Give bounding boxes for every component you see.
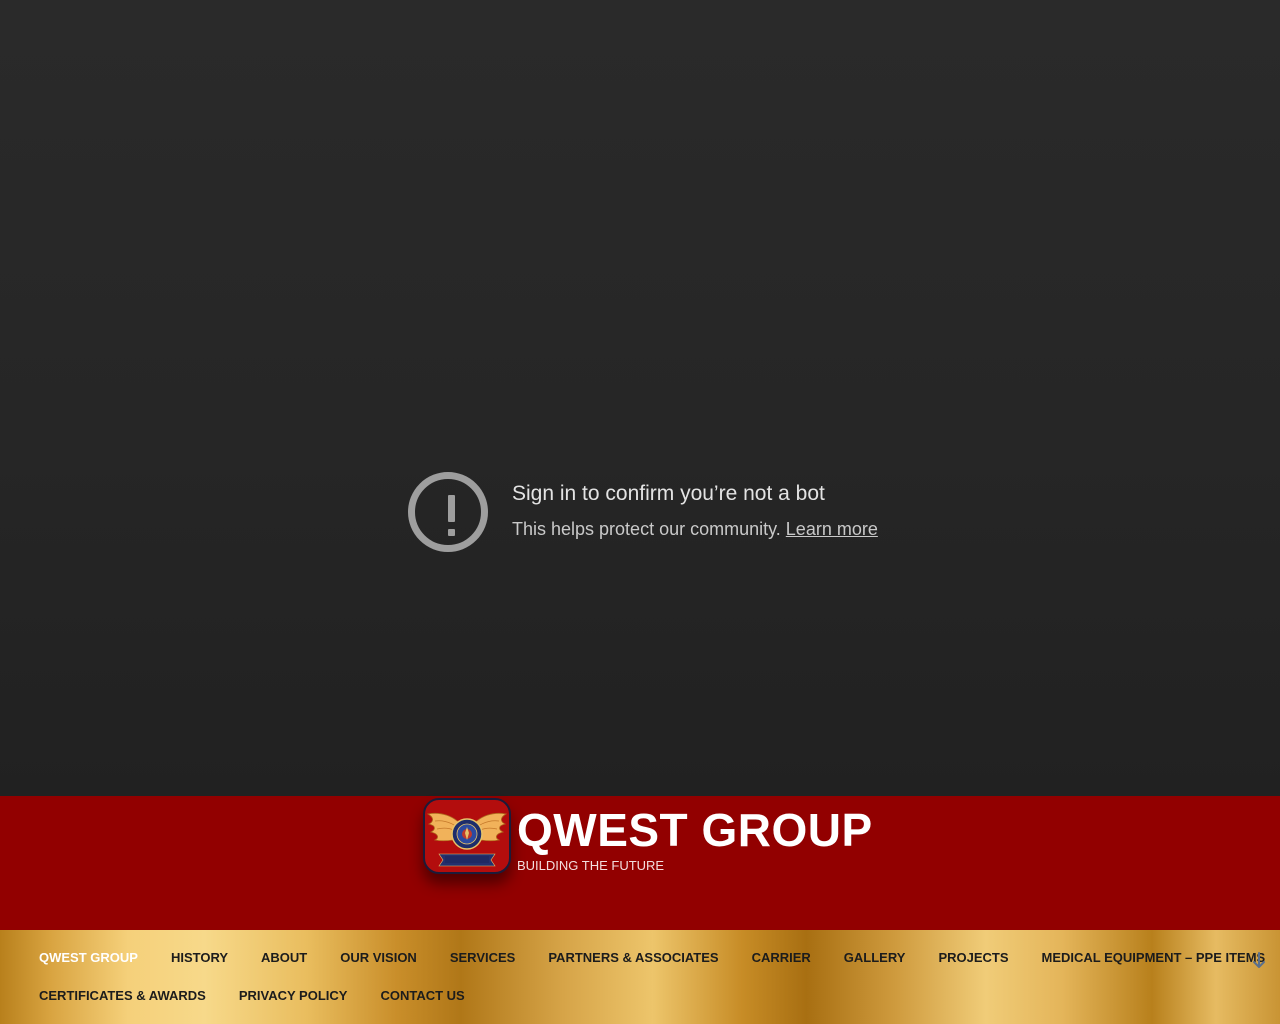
nav-item-gallery[interactable]: GALLERY bbox=[844, 950, 906, 966]
bot-check-message: Sign in to confirm you’re not a bot This… bbox=[408, 472, 878, 552]
alert-icon bbox=[408, 472, 488, 552]
nav-row-2: CERTIFICATES & AWARDS PRIVACY POLICY CON… bbox=[39, 988, 498, 1004]
nav-item-history[interactable]: HISTORY bbox=[171, 950, 228, 966]
site-title[interactable]: QWEST GROUP bbox=[517, 804, 873, 856]
nav-item-medical-equipment[interactable]: MEDICAL EQUIPMENT – PPE ITEMS bbox=[1042, 950, 1266, 966]
bot-check-subtitle-text: This helps protect our community. bbox=[512, 519, 781, 539]
nav-item-our-vision[interactable]: OUR VISION bbox=[340, 950, 417, 966]
nav-item-qwest-group[interactable]: QWEST GROUP bbox=[39, 950, 138, 966]
nav-row-1: QWEST GROUP HISTORY ABOUT OUR VISION SER… bbox=[39, 950, 1280, 966]
video-player[interactable]: Sign in to confirm you’re not a bot This… bbox=[0, 0, 1280, 796]
bot-check-subtitle: This helps protect our community. Learn … bbox=[512, 518, 878, 540]
nav-item-certificates-awards[interactable]: CERTIFICATES & AWARDS bbox=[39, 988, 206, 1004]
learn-more-link[interactable]: Learn more bbox=[786, 519, 878, 539]
arrow-down-icon[interactable] bbox=[1252, 952, 1266, 970]
winged-shield-icon bbox=[426, 813, 508, 867]
site-logo[interactable] bbox=[423, 798, 511, 874]
nav-item-carrier[interactable]: CARRIER bbox=[752, 950, 811, 966]
nav-item-about[interactable]: ABOUT bbox=[261, 950, 307, 966]
nav-item-privacy-policy[interactable]: PRIVACY POLICY bbox=[239, 988, 348, 1004]
nav-item-contact-us[interactable]: CONTACT US bbox=[380, 988, 464, 1004]
nav-item-projects[interactable]: PROJECTS bbox=[938, 950, 1008, 966]
nav-item-services[interactable]: SERVICES bbox=[450, 950, 516, 966]
site-tagline: BUILDING THE FUTURE bbox=[517, 858, 665, 873]
nav-item-partners-associates[interactable]: PARTNERS & ASSOCIATES bbox=[548, 950, 718, 966]
site-header: QWEST GROUP BUILDING THE FUTURE bbox=[0, 796, 1280, 930]
bot-check-title: Sign in to confirm you’re not a bot bbox=[512, 482, 825, 505]
main-navigation: QWEST GROUP HISTORY ABOUT OUR VISION SER… bbox=[0, 930, 1280, 1024]
